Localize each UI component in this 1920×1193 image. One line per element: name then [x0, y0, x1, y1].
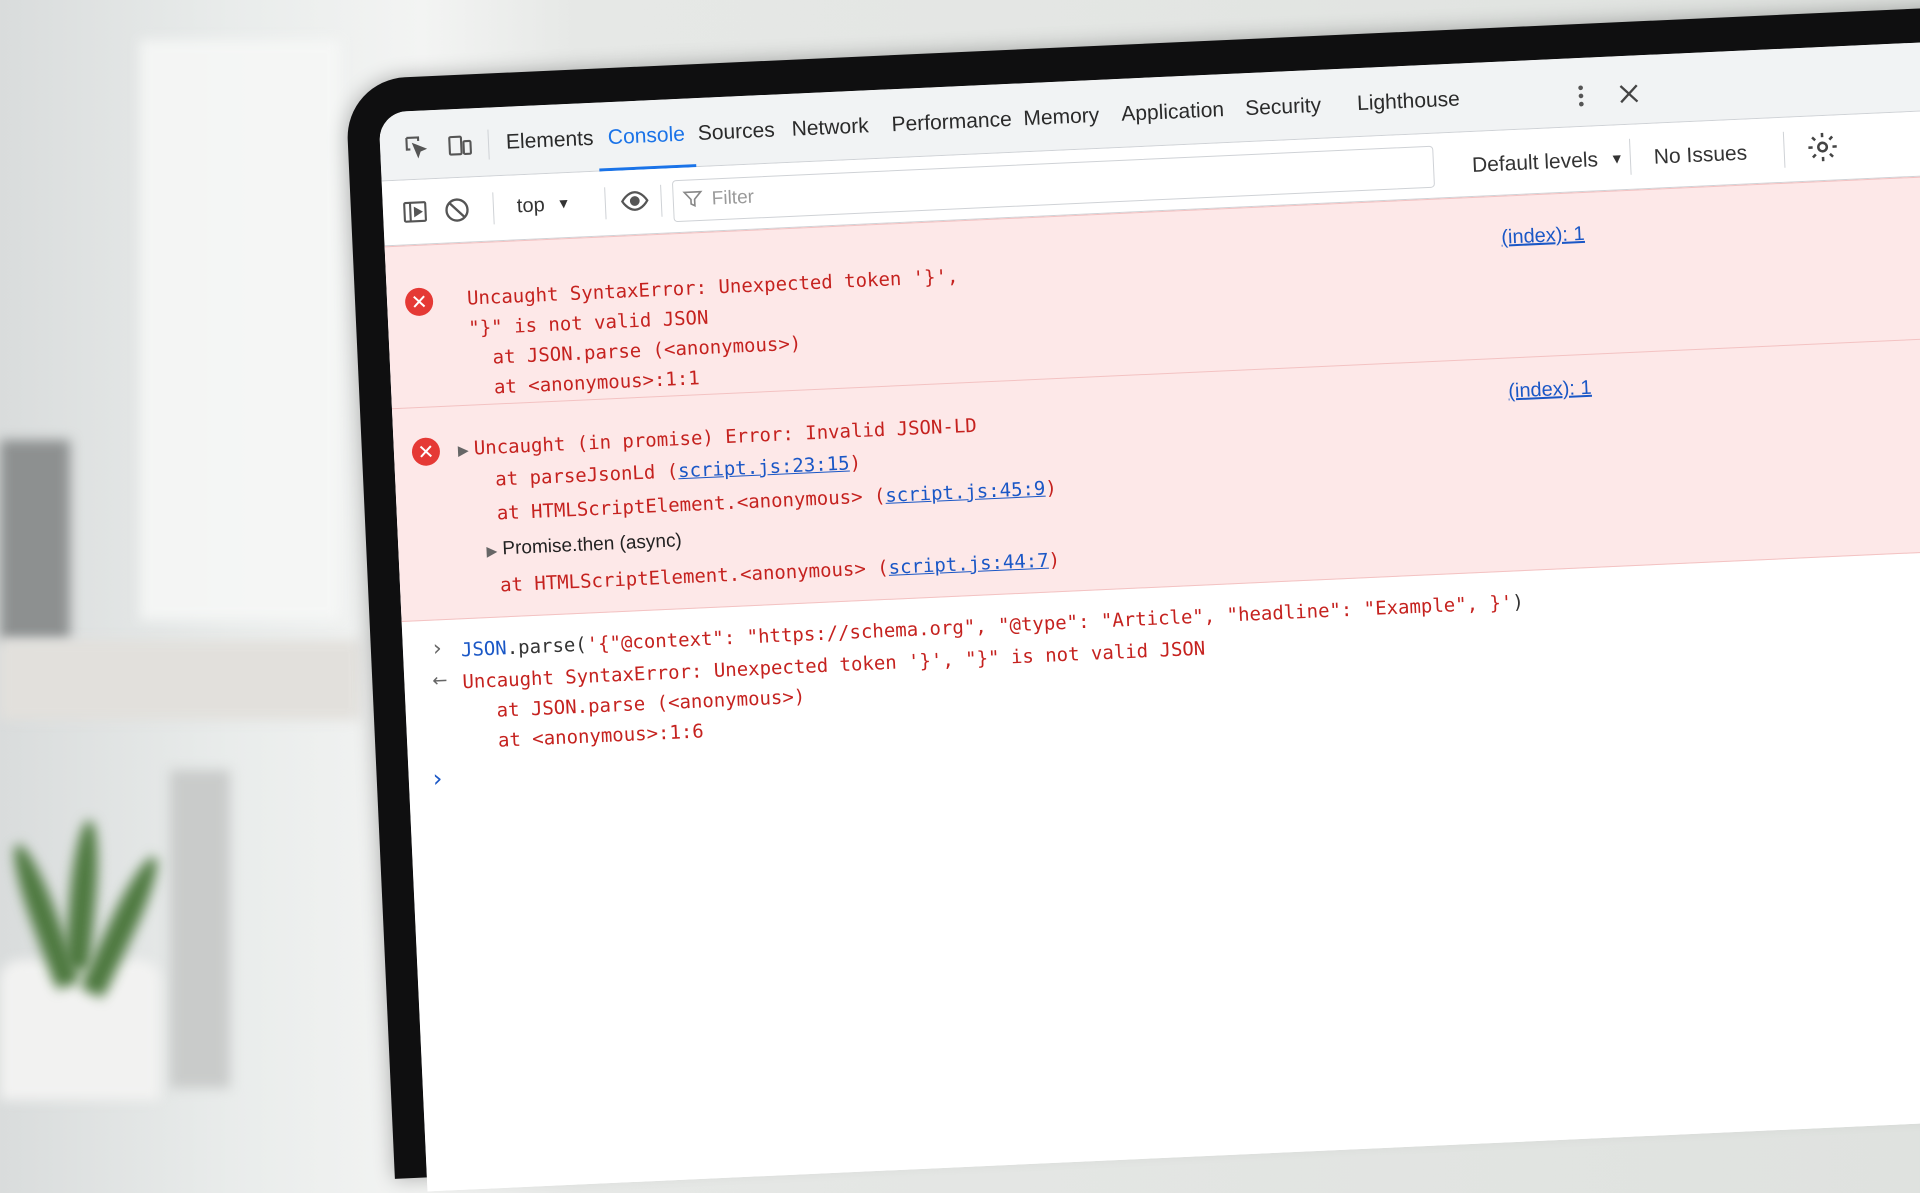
background-shelf [0, 640, 360, 720]
tab-console[interactable]: Console [597, 120, 697, 172]
error-icon: ✕ [404, 287, 434, 317]
live-expression-icon[interactable] [618, 185, 652, 221]
tab-application[interactable]: Application [1121, 96, 1226, 145]
background-stand [170, 770, 230, 1088]
tab-sources[interactable]: Sources [697, 117, 776, 164]
async-frame: Promise.then (async) [501, 530, 683, 560]
stack-frame: at <anonymous>:1:1 [470, 367, 701, 400]
result-arrow-icon: ← [431, 669, 448, 692]
inspect-element-icon[interactable] [401, 132, 430, 161]
tab-memory[interactable]: Memory [1023, 102, 1101, 149]
issues-counter[interactable]: No Issues [1653, 141, 1747, 169]
error-title: Uncaught (in promise) Error: Invalid JSO… [473, 414, 978, 460]
stack-frame: at JSON.parse (<anonymous>) [469, 332, 802, 370]
divider [492, 192, 495, 225]
chevron-down-icon: ▼ [556, 194, 571, 212]
tab-security[interactable]: Security [1245, 92, 1323, 139]
divider [660, 184, 663, 217]
log-levels-dropdown[interactable]: Default levels ▼ [1472, 147, 1625, 178]
tab-lighthouse[interactable]: Lighthouse [1357, 85, 1462, 134]
devtools-window: Elements Console Sources Network Perform… [378, 38, 1920, 1192]
console-prompt-icon[interactable]: › [432, 764, 443, 792]
divider [604, 187, 607, 220]
context-selector[interactable]: top ▼ [516, 193, 571, 218]
gear-icon[interactable] [1805, 129, 1841, 170]
divider [1782, 131, 1786, 168]
context-selector-label: top [516, 194, 546, 218]
filter-icon [681, 188, 704, 216]
stack-frame: at <anonymous>:1:6 [474, 720, 705, 753]
stack-frame: at parseJsonLd (script.js:23:15) [494, 451, 862, 491]
divider [487, 129, 490, 160]
tab-elements[interactable]: Elements [505, 125, 594, 173]
console-output: ✕ Uncaught SyntaxError: Unexpected token… [384, 172, 1920, 1192]
background-laptop [0, 440, 70, 640]
background-window [140, 40, 340, 620]
expand-triangle-icon[interactable]: ▶ [458, 442, 470, 459]
stack-frame: at JSON.parse (<anonymous>) [473, 685, 806, 723]
source-link[interactable]: (index): 1 [1501, 223, 1585, 250]
laptop-bezel: Elements Console Sources Network Perform… [345, 5, 1920, 1192]
source-link[interactable]: (index): 1 [1508, 377, 1592, 404]
error-line: Uncaught SyntaxError: Unexpected token '… [466, 265, 959, 310]
input-chevron-icon: › [432, 636, 443, 662]
error-line: "}" is not valid JSON [467, 306, 709, 340]
divider [1628, 138, 1632, 175]
tab-performance[interactable]: Performance [891, 106, 1013, 155]
expand-triangle-icon[interactable]: ▶ [486, 543, 498, 560]
tab-network[interactable]: Network [791, 112, 870, 159]
script-link[interactable]: script.js:44:7 [888, 550, 1049, 579]
script-link[interactable]: script.js:45:9 [885, 478, 1046, 507]
close-icon[interactable] [1614, 79, 1643, 108]
log-levels-label: Default levels [1471, 148, 1599, 177]
device-toolbar-icon[interactable] [445, 130, 474, 159]
chevron-down-icon: ▼ [1609, 150, 1625, 167]
more-vert-icon[interactable] [1566, 81, 1595, 110]
sidebar-toggle-icon[interactable] [400, 197, 429, 231]
clear-console-icon[interactable] [442, 195, 471, 229]
script-link[interactable]: script.js:23:15 [678, 453, 850, 483]
error-icon: ✕ [411, 437, 441, 467]
background-plant-pot [0, 960, 160, 1100]
